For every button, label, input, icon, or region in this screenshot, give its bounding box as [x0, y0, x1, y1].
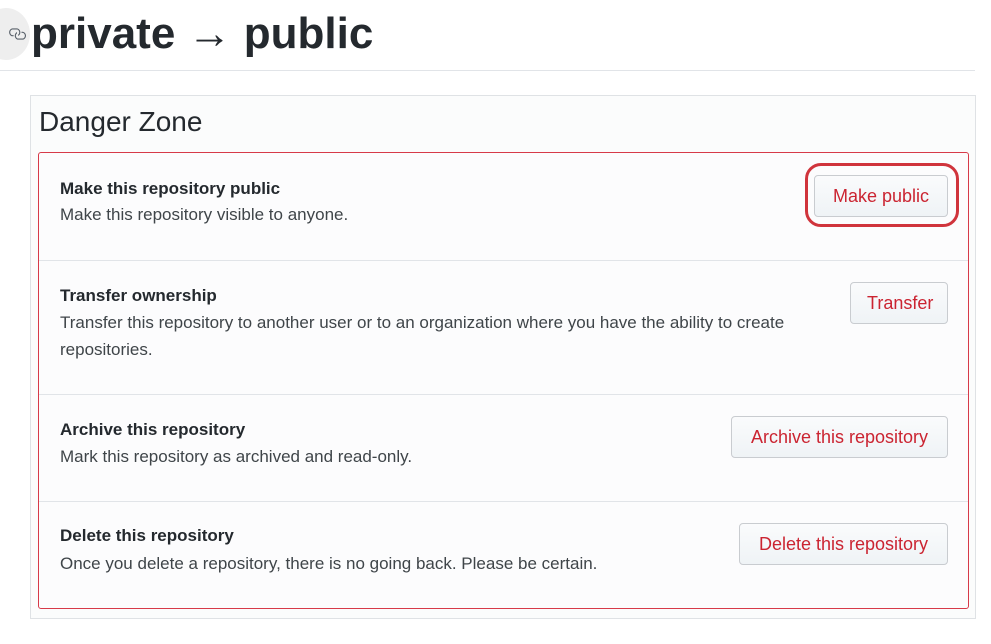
page-heading: private → public: [0, 0, 975, 71]
archive-repository-button[interactable]: Archive this repository: [731, 416, 948, 458]
make-public-button[interactable]: Make public: [814, 175, 948, 217]
danger-item-description: Mark this repository as archived and rea…: [60, 447, 413, 466]
heading-anchor-link[interactable]: [0, 8, 30, 60]
danger-zone-title: Danger Zone: [39, 106, 203, 137]
danger-item-delete: Delete this repository Once you delete a…: [39, 501, 968, 608]
delete-repository-button[interactable]: Delete this repository: [739, 523, 948, 565]
danger-item-title: Archive this repository: [60, 420, 246, 439]
danger-item-make-public: Make this repository public Make this re…: [39, 153, 968, 260]
page: private → public Danger Zone Make this r…: [0, 0, 991, 644]
danger-item-title: Make this repository public: [60, 179, 281, 198]
transfer-button[interactable]: Transfer: [850, 282, 948, 324]
danger-item-title: Transfer ownership: [60, 286, 217, 305]
danger-item-description: Make this repository visible to anyone.: [60, 205, 349, 224]
danger-item-archive: Archive this repository Mark this reposi…: [39, 394, 968, 501]
danger-item-title: Delete this repository: [60, 526, 234, 545]
danger-item-transfer: Transfer ownership Transfer this reposit…: [39, 260, 968, 394]
danger-item-description: Once you delete a repository, there is n…: [60, 554, 598, 573]
danger-zone-box: Make this repository public Make this re…: [38, 152, 969, 609]
page-title: private → public: [31, 9, 374, 58]
link-icon: [9, 28, 26, 40]
danger-zone-section: Danger Zone Make this repository public …: [30, 95, 976, 619]
danger-item-description: Transfer this repository to another user…: [60, 313, 785, 359]
